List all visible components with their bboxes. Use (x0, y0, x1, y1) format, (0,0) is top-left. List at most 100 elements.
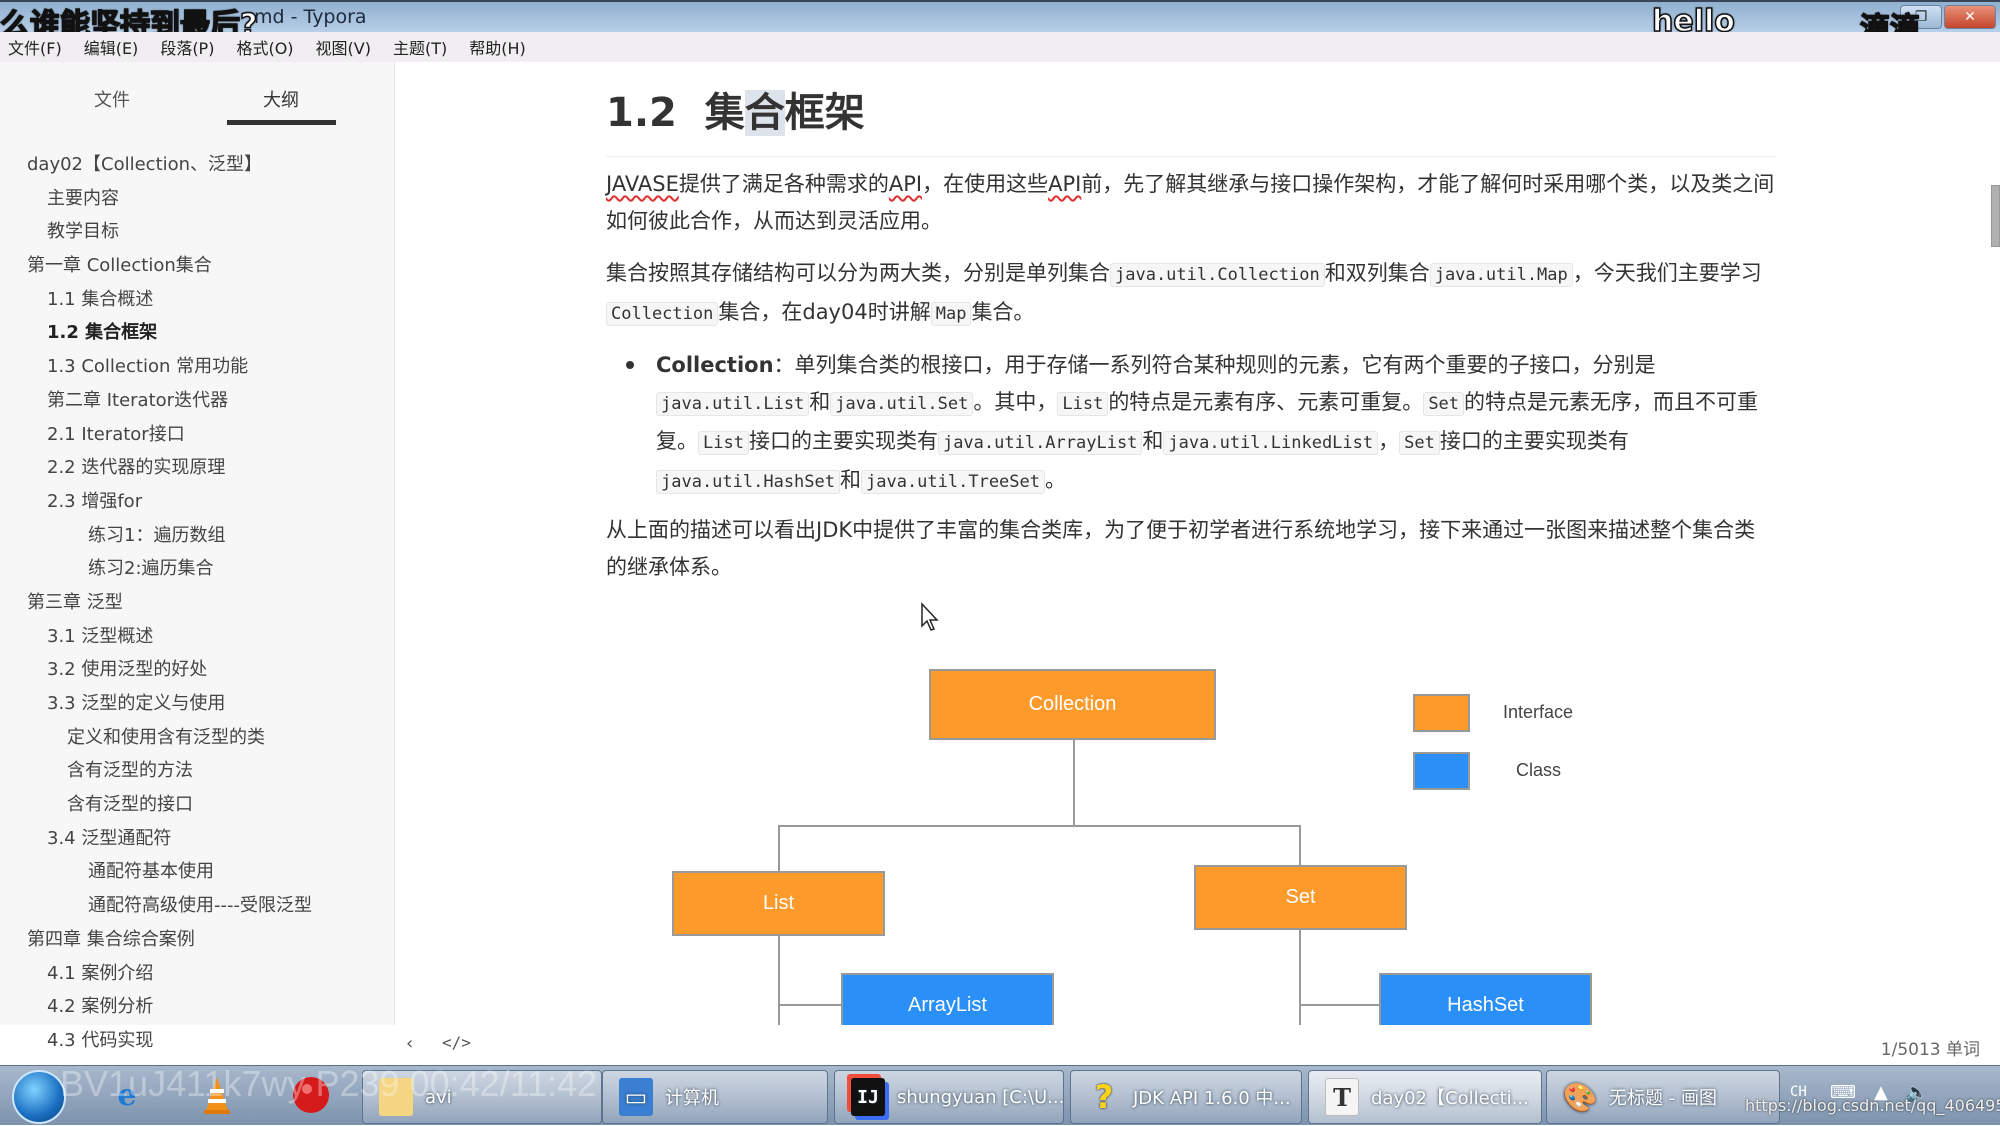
sidebar-tabs: 文件 大纲 (0, 62, 394, 132)
outline-item[interactable]: 2.1 Iterator接口 (0, 418, 395, 452)
inline-code: List (1057, 392, 1109, 416)
inline-code: java.util.LinkedList (1163, 431, 1379, 455)
spell-error-word: API (888, 172, 923, 196)
section-heading: 1.2 集合框架 (606, 80, 1776, 157)
editor-pane[interactable]: 1.2 集合框架 JAVASE提供了满足各种需求的API，在使用这些API前，先… (396, 62, 2000, 1025)
typora-icon: T (1325, 1078, 1359, 1116)
menu-theme[interactable]: 主题(T) (393, 35, 447, 59)
connector-line (778, 825, 1300, 827)
outline-item[interactable]: 3.2 使用泛型的好处 (0, 653, 395, 687)
bullet-item-collection: Collection：单列集合类的根接口，用于存储一系列符合某种规则的元素，它有… (626, 347, 1776, 501)
scrollbar-thumb[interactable] (1991, 185, 2000, 247)
text-span: 集合。 (971, 300, 1035, 324)
bold-term: Collection (656, 353, 774, 377)
connector-line (1299, 928, 1301, 1025)
outline-item[interactable]: 练习2:遍历集合 (0, 552, 395, 586)
outline-item[interactable]: 4.3 代码实现 (0, 1024, 395, 1058)
text-span: 集合，在day04时讲解 (718, 300, 931, 324)
task-intellij[interactable]: IJ shungyuan [C:\U... (834, 1070, 1064, 1124)
text-span: 接口的主要实现类有 (1439, 429, 1629, 453)
word-count[interactable]: 1/5013 单词 (1881, 1035, 1980, 1060)
task-typora[interactable]: T day02【Collecti... (1308, 1070, 1542, 1124)
text-span: ：单列集合类的根接口，用于存储一系列符合某种规则的元素，它有两个重要的子接口，分… (773, 353, 1656, 377)
heading-text-b: 框架 (784, 90, 865, 136)
outline-item[interactable]: day02【Collection、泛型】 (0, 148, 395, 182)
bullet-text: Collection：单列集合类的根接口，用于存储一系列符合某种规则的元素，它有… (656, 347, 1776, 501)
spell-error-word: JAVASE (606, 172, 679, 196)
inline-code: List (698, 431, 749, 455)
outline-item[interactable]: 第三章 泛型 (0, 586, 395, 620)
editor-footer: ‹ </> 1/5013 单词 (396, 1025, 2000, 1065)
spell-error-word: API (1048, 172, 1082, 196)
inline-code: java.util.Collection (1110, 263, 1325, 287)
heading-text-a: 集 (704, 90, 745, 136)
outline-item[interactable]: 4.1 案例介绍 (0, 957, 395, 991)
inline-code: Set (1423, 392, 1465, 416)
task-label: day02【Collecti... (1371, 1088, 1529, 1109)
node-set: Set (1194, 865, 1407, 930)
text-span: ， (1378, 429, 1400, 453)
outline-item[interactable]: 3.3 泛型的定义与使用 (0, 687, 395, 721)
tab-outline[interactable]: 大纲 (263, 86, 299, 112)
outline-item[interactable]: 第四章 集合综合案例 (0, 923, 395, 957)
menu-help[interactable]: 帮助(H) (469, 35, 526, 59)
inline-code: Map (930, 302, 972, 326)
url-watermark: https://blog.csdn.net/qq_40649503 (1745, 1096, 2000, 1115)
outline-item[interactable]: 含有泛型的方法 (0, 754, 395, 788)
legend-interface-label: Interface (1503, 702, 1574, 722)
bullet-dot (626, 361, 634, 369)
inline-code: java.util.HashSet (656, 470, 840, 494)
outline-item[interactable]: 2.3 增强for (0, 485, 395, 519)
menu-paragraph[interactable]: 段落(P) (160, 35, 214, 59)
connector-line (1299, 1004, 1379, 1006)
window-title: .md - Typora (248, 6, 367, 28)
outline-item[interactable]: 3.1 泛型概述 (0, 620, 395, 654)
text-span: 集合按照其存储结构可以分为两大类，分别是单列集合 (606, 261, 1110, 285)
outline-item[interactable]: 1.1 集合概述 (0, 283, 395, 317)
source-mode-button[interactable]: </> (442, 1033, 471, 1052)
menu-format[interactable]: 格式(O) (236, 35, 293, 59)
outline-item[interactable]: 2.2 迭代器的实现原理 (0, 451, 395, 485)
outline-item[interactable]: 第二章 Iterator迭代器 (0, 384, 395, 418)
outline-item[interactable]: 练习1：遍历数组 (0, 519, 395, 553)
start-button[interactable] (12, 1070, 66, 1124)
help-doc-icon: ? (1094, 1078, 1114, 1116)
outline-item[interactable]: 3.4 泛型通配符 (0, 822, 395, 856)
outline-item[interactable]: 通配符基本使用 (0, 855, 395, 889)
outline-item[interactable]: 4.2 案例分析 (0, 990, 395, 1024)
task-label: 无标题 - 画图 (1609, 1088, 1717, 1109)
outline-item[interactable]: 含有泛型的接口 (0, 788, 395, 822)
outline-item[interactable]: 主要内容 (0, 182, 395, 216)
task-computer[interactable]: ▭ 计算机 (602, 1070, 828, 1124)
active-tab-indicator (227, 120, 336, 125)
tab-files[interactable]: 文件 (94, 86, 130, 112)
menu-view[interactable]: 视图(V) (316, 35, 371, 59)
inline-code: Collection (606, 302, 719, 326)
close-button[interactable]: ✕ (1944, 5, 1996, 29)
text-span: 和双列集合 (1324, 261, 1430, 285)
heading-number: 1.2 (606, 90, 677, 136)
legend-interface-swatch (1413, 694, 1470, 732)
inline-code: Set (1399, 431, 1440, 455)
connector-line (778, 1004, 844, 1006)
text-span: 。其中， (973, 390, 1058, 414)
paragraph-summary: 从上面的描述可以看出JDK中提供了丰富的集合类库，为了便于初学者进行系统地学习，… (606, 518, 1756, 579)
text-span: 和 (1142, 429, 1164, 453)
outline-item[interactable]: 1.2 集合框架 (0, 316, 395, 350)
text-span: 接口的主要实现类有 (748, 429, 938, 453)
node-arraylist: ArrayList (841, 973, 1054, 1025)
outline-item[interactable]: 教学目标 (0, 215, 395, 249)
legend-class-label: Class (1516, 760, 1562, 780)
menu-file[interactable]: 文件(F) (8, 35, 62, 59)
menu-edit[interactable]: 编辑(E) (84, 35, 139, 59)
node-hashset: HashSet (1379, 973, 1592, 1025)
task-label: shungyuan [C:\U... (897, 1086, 1064, 1108)
outline-item[interactable]: 1.3 Collection 常用功能 (0, 350, 395, 384)
task-jdk-api[interactable]: ? JDK API 1.6.0 中... (1070, 1070, 1302, 1124)
node-list: List (672, 871, 885, 936)
outline-item[interactable]: 通配符高级使用----受限泛型 (0, 889, 395, 923)
toggle-sidebar-button[interactable]: ‹ (406, 1033, 413, 1054)
text-span: 和 (809, 390, 831, 414)
outline-item[interactable]: 定义和使用含有泛型的类 (0, 721, 395, 755)
outline-item[interactable]: 第一章 Collection集合 (0, 249, 395, 283)
